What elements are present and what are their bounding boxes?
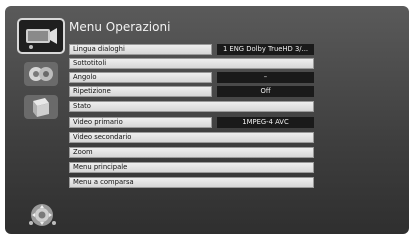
menu-item-value[interactable]: Off bbox=[217, 86, 314, 97]
display-icon bbox=[24, 95, 58, 119]
menu-title: Menu Operazioni bbox=[69, 20, 171, 34]
menu-item-label: Video secondario bbox=[69, 132, 314, 143]
menu-item-label: Lingua dialoghi bbox=[69, 44, 212, 55]
menu-item-value[interactable]: 1MPEG-4 AVC bbox=[217, 117, 314, 128]
directional-pad-icon bbox=[27, 202, 57, 228]
menu-item-label: Zoom bbox=[69, 147, 314, 158]
operations-menu-screen: Menu Operazioni Lingua dialoghi 1 ENG Do… bbox=[5, 6, 409, 234]
menu-item-label: Menu a comparsa bbox=[69, 177, 314, 188]
menu-item-value[interactable]: 1 ENG Dolby TrueHD 3/... bbox=[217, 44, 314, 55]
menu-item-label: Ripetizione bbox=[69, 86, 212, 97]
menu-item-label: Video primario bbox=[69, 117, 212, 128]
menu-item-label: Menu principale bbox=[69, 162, 314, 173]
audio-icon bbox=[24, 62, 58, 86]
menu-item-label: Angolo bbox=[69, 72, 212, 83]
tab-display[interactable] bbox=[23, 93, 59, 121]
menu-item-label: Sottotitoli bbox=[69, 58, 314, 69]
video-player-icon bbox=[26, 28, 57, 49]
tab-video-player[interactable] bbox=[17, 18, 65, 54]
tab-audio[interactable] bbox=[23, 60, 59, 88]
menu-item-value[interactable]: – bbox=[217, 72, 314, 83]
menu-item-label: Stato bbox=[69, 101, 314, 112]
